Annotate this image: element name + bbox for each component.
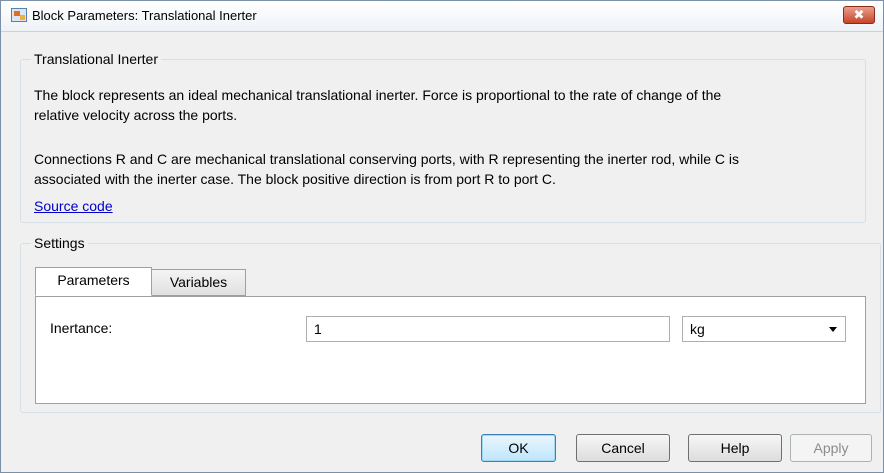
apply-button[interactable]: Apply [790, 434, 872, 462]
inertance-label: Inertance: [50, 320, 113, 336]
description-line-2: relative velocity across the ports. [34, 107, 238, 123]
window-title: Block Parameters: Translational Inerter [32, 8, 257, 23]
help-button[interactable]: Help [688, 434, 782, 462]
cancel-button[interactable]: Cancel [576, 434, 670, 462]
settings-group-title: Settings [34, 235, 85, 251]
inertance-unit-select[interactable]: kg [682, 316, 846, 342]
tab-variables[interactable]: Variables [151, 269, 246, 296]
tab-variables-label: Variables [169, 274, 228, 290]
description-group-title: Translational Inerter [34, 51, 158, 67]
description-group: Translational Inerter [20, 51, 866, 223]
source-code-link[interactable]: Source code [34, 198, 113, 214]
simulink-block-icon [11, 8, 27, 22]
dialog-window: Block Parameters: Translational Inerter … [0, 0, 884, 473]
tab-parameters-label: Parameters [57, 272, 130, 288]
description-line-3: Connections R and C are mechanical trans… [34, 151, 740, 167]
chevron-down-icon [829, 327, 837, 332]
close-icon: ✖ [853, 7, 865, 22]
description-line-1: The block represents an ideal mechanical… [34, 87, 722, 103]
parameters-panel: Inertance: 1 kg [35, 296, 866, 404]
close-button[interactable]: ✖ [843, 6, 875, 24]
inertance-input[interactable]: 1 [306, 316, 670, 342]
tab-parameters[interactable]: Parameters [35, 267, 152, 296]
description-line-4: associated with the inerter case. The bl… [34, 171, 556, 187]
inertance-unit-value: kg [690, 321, 705, 337]
ok-button[interactable]: OK [481, 434, 556, 462]
title-bar[interactable]: Block Parameters: Translational Inerter … [1, 1, 883, 32]
